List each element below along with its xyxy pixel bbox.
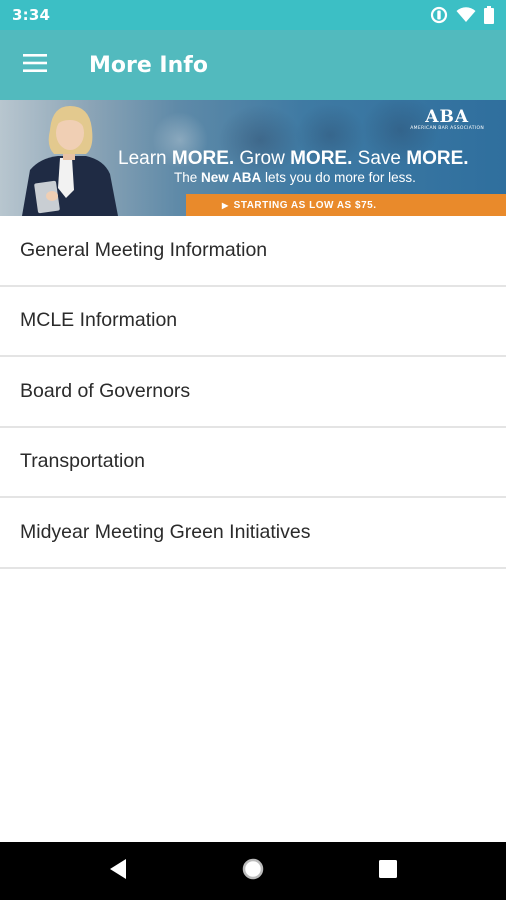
subline-text: The <box>174 170 202 185</box>
banner-person-image <box>22 106 118 216</box>
home-icon <box>241 857 265 885</box>
app-bar: More Info <box>0 30 506 100</box>
back-icon <box>108 858 128 884</box>
banner-subline: The New ABA lets you do more for less. <box>174 170 416 185</box>
aba-logo-subtitle: AMERICAN BAR ASSOCIATION <box>410 126 484 131</box>
headline-emphasis: MORE. <box>406 148 469 169</box>
headline-emphasis: MORE. <box>171 148 235 169</box>
status-icons <box>430 6 494 24</box>
recents-icon <box>378 859 398 883</box>
banner-headline: Learn MORE. Grow MORE. Save MORE. <box>118 148 498 170</box>
wifi-icon <box>456 7 476 23</box>
list-item-label: General Meeting Information <box>20 238 268 261</box>
navigation-bar <box>0 842 506 900</box>
list-item[interactable]: MCLE Information <box>0 286 506 357</box>
headline-text: Save <box>352 148 407 169</box>
status-bar: 3:34 <box>0 0 506 30</box>
aba-logo: ABA AMERICAN BAR ASSOCIATION <box>410 108 484 132</box>
list-item-label: Midyear Meeting Green Initiatives <box>20 520 311 543</box>
hamburger-menu-icon <box>23 54 47 76</box>
page-title: More Info <box>89 52 208 78</box>
list-item[interactable]: Board of Governors <box>0 357 506 428</box>
list-item[interactable]: Midyear Meeting Green Initiatives <box>0 498 506 569</box>
home-button[interactable] <box>223 842 283 900</box>
recents-button[interactable] <box>358 842 418 900</box>
list-item[interactable]: General Meeting Information <box>0 216 506 287</box>
list-item-label: MCLE Information <box>20 309 178 332</box>
list-item[interactable]: Transportation <box>0 427 506 498</box>
price-strip-text: STARTING AS LOW AS <box>233 199 352 211</box>
list-item-label: Transportation <box>20 450 146 473</box>
menu-button[interactable] <box>0 30 70 100</box>
headline-text: Learn <box>118 148 172 169</box>
status-time: 3:34 <box>12 6 51 24</box>
list-item-label: Board of Governors <box>20 379 191 402</box>
promo-banner[interactable]: ABA AMERICAN BAR ASSOCIATION Learn MORE.… <box>0 100 506 216</box>
subline-text: lets you do more for less. <box>261 170 416 185</box>
info-list: General Meeting Information MCLE Informa… <box>0 216 506 569</box>
headline-emphasis: MORE. <box>290 148 353 169</box>
data-saver-icon <box>430 6 448 24</box>
price-strip-price: $75. <box>355 199 377 211</box>
battery-icon <box>484 6 494 24</box>
headline-text: Grow <box>234 148 291 169</box>
play-triangle-icon: ▶ <box>222 200 229 210</box>
banner-price-strip: ▶ STARTING AS LOW AS $75. <box>186 194 506 216</box>
back-button[interactable] <box>88 842 148 900</box>
aba-logo-mark: ABA <box>425 107 470 127</box>
subline-emphasis: New ABA <box>201 170 262 185</box>
